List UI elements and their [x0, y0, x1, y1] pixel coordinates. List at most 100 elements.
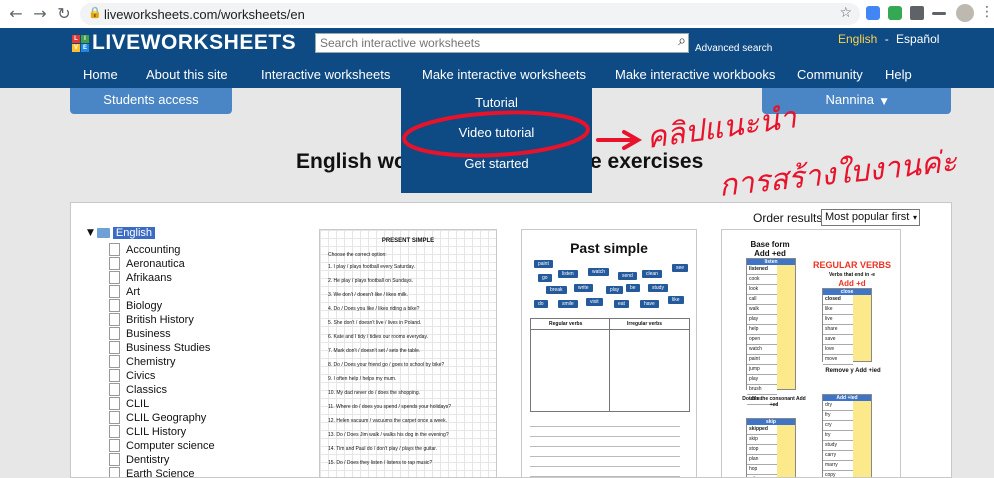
- puzzle-icon[interactable]: [910, 6, 924, 20]
- dropdown-tutorial[interactable]: Tutorial: [401, 95, 592, 110]
- tree-item[interactable]: Afrikaans: [109, 271, 172, 284]
- menu-interactive-worksheets[interactable]: Interactive worksheets: [261, 67, 390, 82]
- address-bar[interactable]: 🔒 liveworksheets.com/worksheets/en ☆: [80, 3, 860, 25]
- drive-icon[interactable]: [888, 6, 902, 20]
- ws3-cell: walk: [747, 305, 777, 315]
- students-access-button[interactable]: Students access: [70, 88, 232, 114]
- document-icon: [109, 341, 120, 354]
- tree-item-label: Accounting: [126, 244, 180, 256]
- ws3-cell: love: [823, 345, 853, 355]
- ws3-cell: move: [823, 355, 853, 365]
- dropdown-video-tutorial[interactable]: Video tutorial: [401, 125, 592, 140]
- order-select[interactable]: Most popular first ▾: [821, 209, 920, 226]
- expand-arrow-icon[interactable]: ▼: [87, 228, 94, 238]
- worksheet-thumb-present-simple[interactable]: PRESENT SIMPLE Choose the correct option…: [319, 229, 497, 478]
- ws3-cell: hop: [747, 465, 777, 475]
- advanced-search-link[interactable]: Advanced search: [695, 43, 772, 54]
- tree-root-english[interactable]: ▼ English: [87, 227, 155, 239]
- document-icon: [109, 453, 120, 466]
- ws1-question: 12. Helen vacuum / vacuums the carpet on…: [328, 418, 447, 424]
- ws1-question: 13. Do / Does Jim walk / walks his dog i…: [328, 432, 449, 438]
- ws1-question: 14. Tim and Paul do / don't play / plays…: [328, 446, 437, 452]
- ws2-verb-chip: send: [618, 272, 637, 280]
- tree-item-label: British History: [126, 314, 194, 326]
- dropdown-get-started[interactable]: Get started: [401, 156, 592, 171]
- ws3-col-double: skipskippedskipstopplanhoprobzip: [746, 418, 796, 478]
- tree-item[interactable]: Business Studies: [109, 341, 210, 354]
- tree-item[interactable]: Accounting: [109, 243, 180, 256]
- search-box: ⌕: [315, 33, 689, 53]
- ws2-verb-chip: break: [546, 286, 567, 294]
- ws3-cell: skip: [747, 435, 777, 445]
- logo-letter: V: [72, 44, 80, 52]
- ws3-cell: try: [823, 431, 853, 441]
- worksheet-thumb-regular-verbs[interactable]: Base form Add +ed REGULAR VERBS listenli…: [721, 229, 901, 478]
- media-icon[interactable]: [932, 12, 946, 15]
- bookmark-star-icon[interactable]: ☆: [839, 5, 852, 21]
- ws3-cell: study: [823, 441, 853, 451]
- order-label: Order results:: [753, 211, 826, 225]
- tree-item[interactable]: British History: [109, 313, 194, 326]
- tree-item[interactable]: Computer science: [109, 439, 215, 452]
- tree-item[interactable]: Chemistry: [109, 355, 176, 368]
- menu-about[interactable]: About this site: [146, 67, 228, 82]
- tree-item[interactable]: Art: [109, 285, 140, 298]
- search-input[interactable]: [316, 35, 664, 51]
- document-icon: [109, 327, 120, 340]
- search-icon[interactable]: ⌕: [678, 33, 686, 49]
- ws3-double-title: Double the consonant Add +ed: [742, 396, 806, 408]
- user-menu-button[interactable]: Nannina ▼: [762, 88, 951, 114]
- tree-item[interactable]: Biology: [109, 299, 162, 312]
- tree-item[interactable]: Civics: [109, 369, 155, 382]
- ws3-cell: plan: [747, 455, 777, 465]
- tree-item[interactable]: Classics: [109, 383, 167, 396]
- ws2-verb-chip: be: [626, 284, 640, 292]
- ws2-verb-chip: watch: [588, 268, 609, 276]
- lock-icon: 🔒: [88, 6, 102, 19]
- document-icon: [109, 271, 120, 284]
- tree-item-label: Chemistry: [126, 356, 176, 368]
- extension-icon[interactable]: [866, 6, 880, 20]
- tree-item[interactable]: Earth Science: [109, 467, 194, 478]
- menu-make-workbooks[interactable]: Make interactive workbooks: [615, 67, 775, 82]
- tree-item[interactable]: CLIL Geography: [109, 411, 206, 424]
- document-icon: [109, 355, 120, 368]
- ws1-question: 11. Where do / does you spend / spends y…: [328, 404, 451, 410]
- ws1-question: 7. Mark don't / doesn't set / sets the t…: [328, 348, 420, 354]
- language-switcher: English - Español: [838, 32, 939, 46]
- forward-icon[interactable]: →: [30, 4, 50, 24]
- tree-item[interactable]: Dentistry: [109, 453, 169, 466]
- lang-espanol[interactable]: Español: [896, 32, 939, 46]
- worksheet-thumb-past-simple[interactable]: Past simple paintseegolistenwatchsendcle…: [521, 229, 697, 478]
- profile-avatar[interactable]: [956, 4, 974, 22]
- logo-tiles: L I V E: [72, 35, 89, 52]
- tree-root-label: English: [113, 227, 155, 239]
- document-icon: [109, 383, 120, 396]
- ws3-col-sub: listened: [747, 265, 777, 275]
- browser-toolbar: ← → ↻ 🔒 liveworksheets.com/worksheets/en…: [0, 0, 994, 29]
- ws3-cell: jump: [747, 365, 777, 375]
- document-icon: [109, 467, 120, 478]
- reload-icon[interactable]: ↻: [54, 4, 74, 24]
- more-menu-icon[interactable]: ⋮: [980, 4, 994, 20]
- back-icon[interactable]: ←: [6, 4, 26, 24]
- tree-item[interactable]: Business: [109, 327, 171, 340]
- menu-help[interactable]: Help: [885, 67, 912, 82]
- tree-item[interactable]: CLIL: [109, 397, 149, 410]
- lang-english[interactable]: English: [838, 32, 877, 46]
- ws2-verb-chip: play: [606, 286, 623, 294]
- annotation-arrow: [598, 132, 638, 148]
- tree-item[interactable]: Aeronautica: [109, 257, 185, 270]
- document-icon: [109, 299, 120, 312]
- tree-item[interactable]: CLIL History: [109, 425, 186, 438]
- ws3-cell: call: [747, 295, 777, 305]
- ws3-cell: fry: [823, 411, 853, 421]
- caret-down-icon: ▼: [881, 97, 888, 107]
- document-icon: [109, 411, 120, 424]
- menu-make-worksheets[interactable]: Make interactive worksheets: [422, 67, 586, 82]
- menu-home[interactable]: Home: [83, 67, 118, 82]
- menu-community[interactable]: Community: [797, 67, 863, 82]
- site-logo[interactable]: L I V E LIVEWORKSHEETS: [72, 32, 296, 54]
- ws3-col-base: listenlistenedcooklookcallwalkplayhelpop…: [746, 258, 796, 390]
- ws3-cell: live: [823, 315, 853, 325]
